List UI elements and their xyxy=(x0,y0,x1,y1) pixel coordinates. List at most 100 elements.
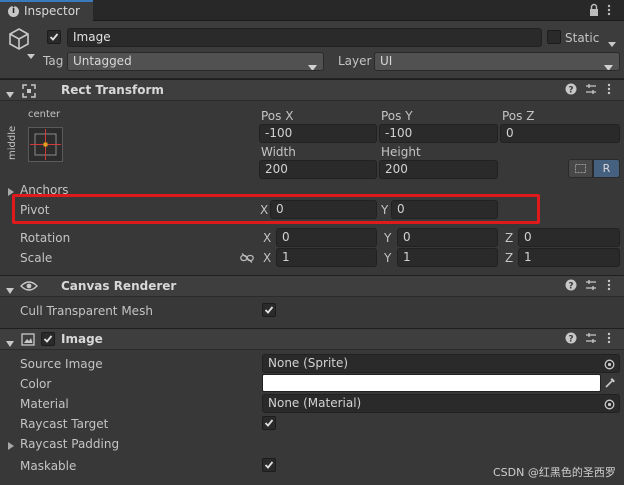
rect-transform-title: Rect Transform xyxy=(61,83,164,97)
rotation-y-axis: Y xyxy=(384,231,392,245)
tab-inspector[interactable]: i Inspector xyxy=(0,0,93,21)
svg-text:?: ? xyxy=(568,335,573,345)
image-icon xyxy=(21,333,35,349)
presets-icon[interactable] xyxy=(585,83,597,98)
check-icon xyxy=(264,461,274,469)
height-field[interactable]: 200 xyxy=(379,160,498,179)
check-icon xyxy=(43,335,53,343)
tab-title: Inspector xyxy=(24,4,80,18)
color-label: Color xyxy=(20,377,52,391)
chevron-down-icon xyxy=(308,59,317,70)
raycast-target-label: Raycast Target xyxy=(20,417,109,431)
info-icon: i xyxy=(8,6,19,17)
pos-z-value: 0 xyxy=(506,126,514,140)
scale-z-axis: Z xyxy=(505,251,514,265)
presets-icon[interactable] xyxy=(585,332,597,347)
scale-y-axis: Y xyxy=(384,251,392,265)
blueprint-icon xyxy=(575,164,586,173)
image-enabled-checkbox[interactable] xyxy=(41,332,55,346)
constrain-proportions-link-icon[interactable] xyxy=(240,252,254,266)
maskable-label: Maskable xyxy=(20,459,77,473)
foldout-expanded-icon[interactable] xyxy=(6,87,14,101)
component-menu-icon[interactable] xyxy=(607,279,611,294)
scale-x-field[interactable]: 1 xyxy=(276,248,377,267)
rotation-x-value: 0 xyxy=(282,230,290,244)
help-icon[interactable]: ? xyxy=(565,83,577,98)
height-label: Height xyxy=(381,145,421,159)
check-icon xyxy=(264,419,274,427)
maskable-checkbox[interactable] xyxy=(262,458,276,472)
tab-bar xyxy=(0,0,624,21)
component-menu-icon[interactable] xyxy=(607,332,611,347)
scale-y-field[interactable]: 1 xyxy=(397,248,498,267)
icon-dropdown-arrow-icon[interactable] xyxy=(27,48,35,62)
anchor-presets-button[interactable] xyxy=(28,127,63,162)
object-picker-icon[interactable] xyxy=(604,398,615,412)
pos-z-label: Pos Z xyxy=(502,109,535,123)
raycast-padding-label[interactable]: Raycast Padding xyxy=(20,436,119,452)
foldout-expanded-icon[interactable] xyxy=(6,336,14,350)
tag-dropdown[interactable]: Untagged xyxy=(67,52,324,71)
pos-x-field[interactable]: -100 xyxy=(259,124,377,143)
object-name-field[interactable]: Image xyxy=(67,28,542,47)
color-swatch[interactable] xyxy=(262,374,601,392)
rotation-z-field[interactable]: 0 xyxy=(518,228,620,247)
cull-transparent-mesh-label: Cull Transparent Mesh xyxy=(20,304,153,318)
source-image-field[interactable]: None (Sprite) xyxy=(262,354,620,373)
width-label: Width xyxy=(261,145,296,159)
pos-x-label: Pos X xyxy=(261,109,294,123)
lock-icon[interactable] xyxy=(588,3,600,20)
help-icon[interactable]: ? xyxy=(565,332,577,347)
foldout-expanded-icon[interactable] xyxy=(6,283,14,297)
tag-value: Untagged xyxy=(73,54,132,68)
object-picker-icon[interactable] xyxy=(604,358,615,372)
canvas-renderer-title: Canvas Renderer xyxy=(61,279,177,293)
anchor-horizontal-label: center xyxy=(28,109,61,120)
rect-transform-header[interactable]: Rect Transform ? xyxy=(0,79,624,101)
layer-value: UI xyxy=(380,54,393,68)
pos-y-field[interactable]: -100 xyxy=(379,124,498,143)
scale-z-field[interactable]: 1 xyxy=(518,248,620,267)
material-value: None (Material) xyxy=(268,396,362,410)
material-label: Material xyxy=(20,397,69,411)
rotation-x-field[interactable]: 0 xyxy=(276,228,377,247)
rotation-x-axis: X xyxy=(263,231,272,245)
pos-y-label: Pos Y xyxy=(381,109,413,123)
svg-text:?: ? xyxy=(568,282,573,292)
image-component-header[interactable]: Image ? xyxy=(0,328,624,350)
raw-edit-button[interactable]: R xyxy=(593,159,620,178)
presets-icon[interactable] xyxy=(585,279,597,294)
static-dropdown-icon[interactable] xyxy=(608,36,616,50)
component-menu-icon[interactable] xyxy=(607,83,611,98)
width-field[interactable]: 200 xyxy=(259,160,377,179)
anchor-vertical-label: middle xyxy=(7,125,18,160)
static-checkbox[interactable] xyxy=(547,30,561,44)
raycast-padding-foldout-icon[interactable] xyxy=(8,439,14,453)
blueprint-mode-button[interactable] xyxy=(568,159,593,178)
eye-icon xyxy=(20,280,38,295)
scale-y-value: 1 xyxy=(403,250,411,264)
canvas-renderer-header[interactable]: Canvas Renderer ? xyxy=(0,275,624,297)
pivot-highlight-box xyxy=(12,194,540,224)
pos-z-field[interactable]: 0 xyxy=(500,124,620,143)
image-component-title: Image xyxy=(61,332,103,346)
anchor-preset-icon xyxy=(30,129,61,160)
source-image-value: None (Sprite) xyxy=(268,356,349,370)
raycast-target-checkbox[interactable] xyxy=(262,416,276,430)
layer-dropdown[interactable]: UI xyxy=(374,52,620,71)
scale-x-axis: X xyxy=(263,251,272,265)
rotation-z-axis: Z xyxy=(505,231,514,245)
rotation-y-field[interactable]: 0 xyxy=(397,228,498,247)
eyedropper-icon[interactable] xyxy=(604,376,617,392)
width-value: 200 xyxy=(265,162,288,176)
help-icon[interactable]: ? xyxy=(565,279,577,294)
active-checkbox[interactable] xyxy=(47,30,61,44)
object-name: Image xyxy=(73,30,111,44)
scale-label: Scale xyxy=(20,251,53,265)
pos-y-value: -100 xyxy=(385,126,413,140)
pos-x-value: -100 xyxy=(265,126,293,140)
chevron-down-icon xyxy=(604,59,613,70)
material-field[interactable]: None (Material) xyxy=(262,394,620,413)
cull-transparent-mesh-checkbox[interactable] xyxy=(262,303,276,317)
tab-menu-icon[interactable] xyxy=(607,4,611,19)
